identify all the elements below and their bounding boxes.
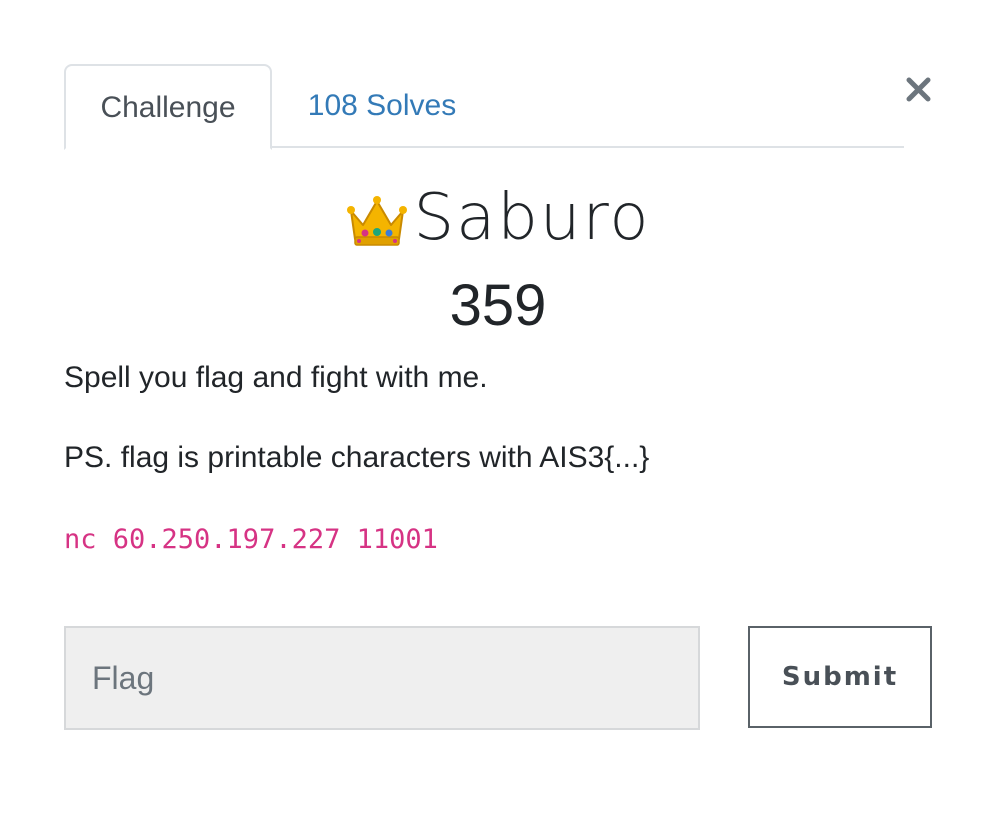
challenge-note: PS. flag is printable characters with AI… — [64, 441, 650, 474]
submit-button[interactable]: Submit — [748, 626, 932, 728]
close-icon — [906, 77, 931, 102]
tab-solves[interactable]: 108 Solves — [288, 64, 476, 148]
challenge-points: 359 — [449, 273, 547, 338]
challenge-tabs: Challenge 108 Solves — [64, 64, 904, 150]
challenge-name: Saburo — [413, 181, 651, 255]
challenge-title: Saburo — [64, 176, 932, 260]
flag-input[interactable] — [64, 626, 700, 730]
crown-icon — [347, 196, 408, 246]
tab-challenge[interactable]: Challenge — [64, 64, 272, 150]
close-button[interactable] — [898, 70, 938, 110]
connection-command: nc 60.250.197.227 11001 — [64, 524, 438, 555]
challenge-description: Spell you flag and fight with me. — [64, 361, 488, 394]
